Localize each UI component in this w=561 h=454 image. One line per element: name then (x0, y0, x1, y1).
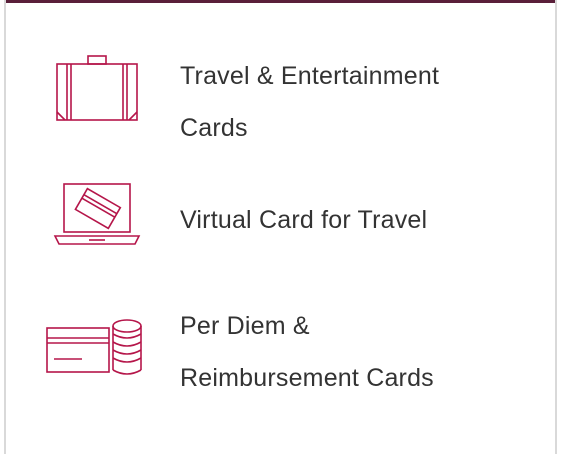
label-line-1: Virtual Card for Travel (180, 206, 428, 234)
menu-item-travel-entertainment-cards[interactable]: Travel & Entertainment Cards (6, 50, 555, 150)
menu-top-border (6, 0, 555, 3)
label-line-2: Reimbursement Cards (180, 364, 434, 392)
label-line-1: Per Diem & (180, 312, 310, 340)
label-line-2: Cards (180, 114, 248, 142)
label-line-1: Travel & Entertainment (180, 62, 440, 90)
laptop-card-icon (44, 180, 150, 252)
menu-item-per-diem-reimbursement-cards[interactable]: Per Diem & Reimbursement Cards (6, 300, 555, 400)
travel-cards-menu: Travel & Entertainment Cards Virtual Car… (4, 0, 557, 454)
card-coins-icon (44, 312, 150, 384)
menu-item-label: Virtual Card for Travel (180, 194, 520, 246)
menu-item-label: Per Diem & Reimbursement Cards (180, 300, 520, 404)
menu-item-virtual-card-for-travel[interactable]: Virtual Card for Travel (6, 180, 555, 252)
suitcase-icon (44, 55, 150, 127)
menu-item-label: Travel & Entertainment Cards (180, 50, 520, 154)
